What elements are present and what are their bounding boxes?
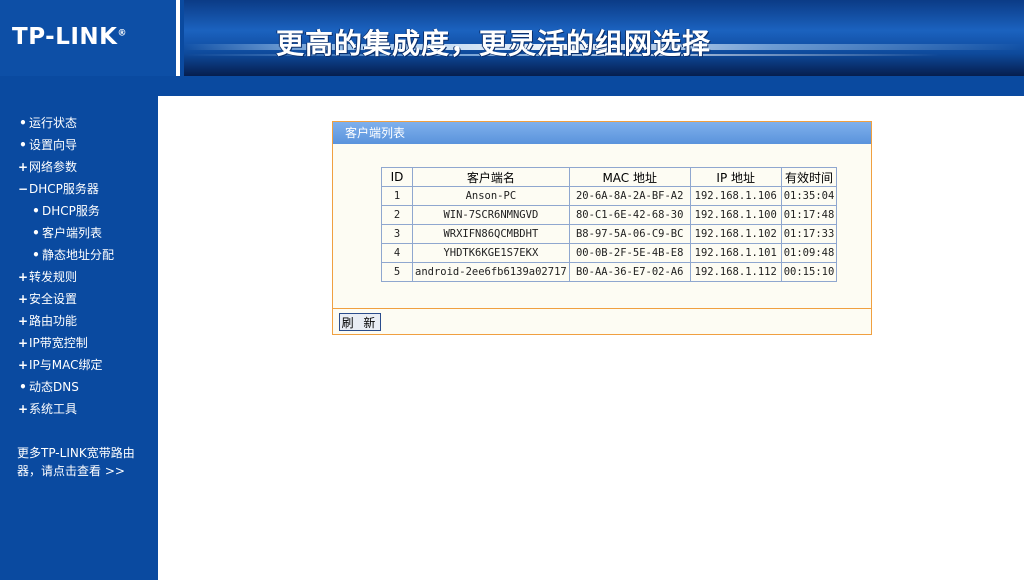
cell-mac: 00-0B-2F-5E-4B-E8	[568, 243, 691, 263]
banner-slogan: 更高的集成度，更灵活的组网选择	[276, 27, 712, 60]
cell-client-name: YHDTK6KGE1S7EKX	[412, 243, 570, 263]
sidebar-item-bandwidth-control[interactable]: +IP带宽控制	[0, 332, 158, 354]
sidebar-item-dhcp-server[interactable]: −DHCP服务器	[0, 178, 158, 200]
sidebar-item-ip-mac-binding[interactable]: +IP与MAC绑定	[0, 354, 158, 376]
cell-id: 1	[381, 186, 413, 206]
sidebar-item-dynamic-dns[interactable]: • 动态DNS	[0, 376, 158, 398]
cell-lease-time: 01:17:48	[780, 205, 838, 225]
bullet-icon: •	[32, 248, 40, 262]
table-header-row: ID 客户端名 MAC 地址 IP 地址 有效时间	[381, 167, 838, 187]
cell-ip: 192.168.1.112	[689, 262, 782, 282]
panel-footer: 刷 新	[333, 308, 871, 334]
cell-client-name: android-2ee6fb6139a02717	[412, 262, 570, 282]
sidebar-item-setup-wizard[interactable]: • 设置向导	[0, 134, 158, 156]
tp-link-logo: TP-LINK®	[12, 24, 127, 50]
header: TP-LINK® 更高的集成度，更灵活的组网选择	[0, 0, 1024, 96]
cell-mac: B8-97-5A-06-C9-BC	[568, 224, 691, 244]
sidebar-menu: • 运行状态 • 设置向导 +网络参数 −DHCP服务器 • DHCP服务 • 客户端列…	[0, 112, 158, 420]
cell-id: 3	[381, 224, 413, 244]
col-client-name: 客户端名	[412, 167, 570, 187]
bullet-icon: •	[32, 204, 40, 218]
bullet-icon: •	[19, 380, 27, 394]
refresh-button[interactable]: 刷 新	[339, 313, 381, 331]
sidebar-subitem-dhcp-service[interactable]: • DHCP服务	[0, 200, 158, 222]
client-list-panel: 客户端列表 ID 客户端名 MAC 地址 IP 地址 有效时间 1 Anson-…	[332, 121, 872, 335]
cell-mac: B0-AA-36-E7-02-A6	[568, 262, 691, 282]
cell-mac: 20-6A-8A-2A-BF-A2	[568, 186, 691, 206]
more-products-line2: 器，请点击查看 >>	[17, 464, 125, 478]
col-lease-time: 有效时间	[780, 167, 838, 187]
cell-ip: 192.168.1.100	[689, 205, 782, 225]
sidebar-item-system-tools[interactable]: +系统工具	[0, 398, 158, 420]
collapse-minus-icon: −	[17, 182, 29, 196]
sidebar-item-forwarding-rules[interactable]: +转发规则	[0, 266, 158, 288]
table-row: 4 YHDTK6KGE1S7EKX 00-0B-2F-5E-4B-E8 192.…	[381, 243, 838, 263]
sidebar-item-routing[interactable]: +路由功能	[0, 310, 158, 332]
expand-plus-icon: +	[17, 270, 29, 284]
table-row: 1 Anson-PC 20-6A-8A-2A-BF-A2 192.168.1.1…	[381, 186, 838, 206]
cell-lease-time: 00:15:10	[780, 262, 838, 282]
panel-body: ID 客户端名 MAC 地址 IP 地址 有效时间 1 Anson-PC 20-…	[333, 144, 871, 308]
bullet-icon: •	[19, 138, 27, 152]
cell-ip: 192.168.1.102	[689, 224, 782, 244]
col-id: ID	[381, 167, 413, 187]
panel-title: 客户端列表	[333, 122, 871, 144]
sidebar-subitem-static-address[interactable]: • 静态地址分配	[0, 244, 158, 266]
expand-plus-icon: +	[17, 292, 29, 306]
more-products-link[interactable]: 更多TP-LINK宽带路由 器，请点击查看 >>	[17, 444, 147, 480]
header-band	[0, 76, 1024, 96]
cell-mac: 80-C1-6E-42-68-30	[568, 205, 691, 225]
sidebar-item-running-status[interactable]: • 运行状态	[0, 112, 158, 134]
logo-box: TP-LINK®	[0, 0, 180, 76]
sidebar-subitem-client-list[interactable]: • 客户端列表	[0, 222, 158, 244]
cell-ip: 192.168.1.101	[689, 243, 782, 263]
more-products-line1: 更多TP-LINK宽带路由	[17, 446, 135, 460]
cell-id: 2	[381, 205, 413, 225]
expand-plus-icon: +	[17, 336, 29, 350]
cell-lease-time: 01:09:48	[780, 243, 838, 263]
sidebar-item-security-settings[interactable]: +安全设置	[0, 288, 158, 310]
col-mac: MAC 地址	[568, 167, 691, 187]
expand-plus-icon: +	[17, 314, 29, 328]
cell-lease-time: 01:17:33	[780, 224, 838, 244]
sidebar: • 运行状态 • 设置向导 +网络参数 −DHCP服务器 • DHCP服务 • 客户端列…	[0, 96, 158, 580]
cell-id: 5	[381, 262, 413, 282]
bullet-icon: •	[32, 226, 40, 240]
cell-id: 4	[381, 243, 413, 263]
table-row: 3 WRXIFN86QCMBDHT B8-97-5A-06-C9-BC 192.…	[381, 224, 838, 244]
cell-client-name: WRXIFN86QCMBDHT	[412, 224, 570, 244]
header-banner: 更高的集成度，更灵活的组网选择	[184, 0, 1024, 76]
cell-lease-time: 01:35:04	[780, 186, 838, 206]
col-ip: IP 地址	[689, 167, 782, 187]
expand-plus-icon: +	[17, 160, 29, 174]
table-row: 5 android-2ee6fb6139a02717 B0-AA-36-E7-0…	[381, 262, 838, 282]
cell-ip: 192.168.1.106	[689, 186, 782, 206]
cell-client-name: WIN-7SCR6NMNGVD	[412, 205, 570, 225]
table-row: 2 WIN-7SCR6NMNGVD 80-C1-6E-42-68-30 192.…	[381, 205, 838, 225]
sidebar-item-network-params[interactable]: +网络参数	[0, 156, 158, 178]
expand-plus-icon: +	[17, 402, 29, 416]
client-table: ID 客户端名 MAC 地址 IP 地址 有效时间 1 Anson-PC 20-…	[381, 167, 838, 282]
bullet-icon: •	[19, 116, 27, 130]
cell-client-name: Anson-PC	[412, 186, 570, 206]
expand-plus-icon: +	[17, 358, 29, 372]
